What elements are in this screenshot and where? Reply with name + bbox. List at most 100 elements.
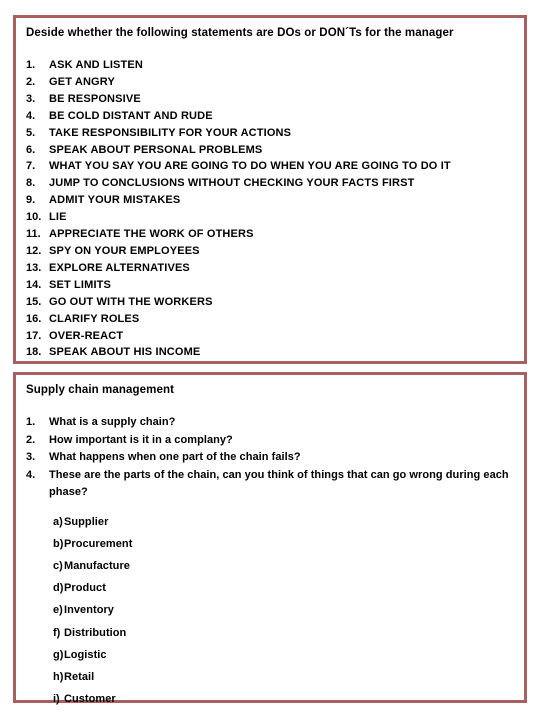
list-item: 5. TAKE RESPONSIBILITY FOR YOUR ACTIONS — [26, 125, 514, 142]
list-item-number: 2. — [26, 75, 36, 88]
list-item-text: TAKE RESPONSIBILITY FOR YOUR ACTIONS — [49, 126, 292, 139]
dos-and-donts-list: 1. ASK AND LISTEN 2. GET ANGRY 3. BE RESPONSI… — [26, 57, 514, 361]
sub-list-item-letter: d) — [53, 582, 64, 595]
list-item-text: ASK AND LISTEN — [49, 59, 143, 71]
list-item-text: How important is it in a complany? — [49, 433, 233, 446]
list-item-number: 4. — [26, 109, 36, 122]
list-item-text: CLARIFY ROLES — [49, 312, 140, 325]
sub-list-item-text: Product — [64, 582, 106, 595]
list-item-number: 7. — [26, 160, 36, 173]
list-item-text: OVER-REACT — [49, 329, 124, 342]
list-item-text: SPY ON YOUR EMPLOYEES — [49, 244, 200, 257]
list-item-number: 1. — [26, 59, 36, 71]
list-item: 11. APPRECIATE THE WORK OF OTHERS — [26, 226, 514, 243]
list-item-text: These are the parts of the chain, can yo… — [49, 468, 509, 499]
exercise-box-supply-chain: Supply chain management 1. What is a supp… — [13, 372, 527, 705]
list-item-number: 9. — [26, 194, 36, 207]
sub-list-item-letter: f) — [53, 626, 61, 639]
supply-chain-phase-list: a) Supplier b) Procurement c) Manufacture d) Pr… — [26, 511, 514, 711]
list-item-number: 18. — [26, 346, 42, 359]
list-item-text: WHAT YOU SAY YOU ARE GOING TO DO WHEN YO… — [49, 160, 451, 173]
sub-list-item-text: Procurement — [64, 537, 133, 550]
list-item: 17. OVER-REACT — [26, 328, 514, 345]
sub-list-item-letter: c) — [53, 559, 63, 572]
list-item: 12. SPY ON YOUR EMPLOYEES — [26, 243, 514, 260]
list-item: 3. BE RESPONSIVE — [26, 91, 514, 108]
list-item-number: 8. — [26, 177, 36, 190]
list-item: 10. LIE — [26, 209, 514, 226]
list-item: 1. ASK AND LISTEN — [26, 57, 514, 74]
box-1-heading: Deside whether the following statements … — [26, 27, 454, 39]
worksheet-page: Deside whether the following statements … — [0, 0, 540, 720]
exercise-box-1-content: Deside whether the following statements … — [16, 18, 524, 361]
list-item-number: 3. — [26, 451, 36, 463]
list-item-number: 13. — [26, 261, 42, 274]
list-item-text: What happens when one part of the chain … — [49, 451, 301, 463]
list-item-text: JUMP TO CONCLUSIONS WITHOUT CHECKING YOU… — [49, 177, 415, 190]
list-item: 8. JUMP TO CONCLUSIONS WITHOUT CHECKING Y… — [26, 175, 514, 192]
list-item: 9. ADMIT YOUR MISTAKES — [26, 192, 514, 209]
sub-list-item: e) Inventory — [26, 599, 514, 621]
list-item-text: SET LIMITS — [49, 278, 111, 291]
sub-list-item-text: Logistic — [64, 648, 107, 661]
exercise-box-dos-and-donts: Deside whether the following statements … — [13, 15, 527, 364]
box-2-heading: Supply chain management — [26, 384, 174, 396]
list-item-text: EXPLORE ALTERNATIVES — [49, 261, 190, 274]
sub-list-item-letter: e) — [53, 604, 63, 617]
sub-list-item-text: Manufacture — [64, 559, 130, 572]
sub-list-item: g) Logistic — [26, 644, 514, 666]
list-item-number: 1. — [26, 416, 36, 428]
sub-list-item-letter: h) — [53, 670, 64, 683]
list-item-text: BE RESPONSIVE — [49, 92, 141, 105]
sub-list-item-letter: i) — [53, 693, 60, 706]
sub-list-item: c) Manufacture — [26, 555, 514, 577]
list-item: 14. SET LIMITS — [26, 277, 514, 294]
sub-list-item-text: Inventory — [64, 604, 114, 617]
list-item-text: GET ANGRY — [49, 75, 115, 88]
list-item-text: GO OUT WITH THE WORKERS — [49, 295, 213, 308]
list-item: 4. BE COLD DISTANT AND RUDE — [26, 108, 514, 125]
sub-list-item-text: Distribution — [64, 626, 127, 639]
sub-list-item: d) Product — [26, 577, 514, 599]
list-item: 15. GO OUT WITH THE WORKERS — [26, 294, 514, 311]
sub-list-item-text: Supplier — [64, 515, 109, 528]
list-item: 2. How important is it in a complany? — [26, 432, 514, 450]
list-item-text: What is a supply chain? — [49, 416, 176, 428]
list-item-number: 11. — [26, 228, 41, 241]
sub-list-item: h) Retail — [26, 666, 514, 688]
list-item: 2. GET ANGRY — [26, 74, 514, 91]
list-item-number: 10. — [26, 211, 42, 224]
list-item: 13. EXPLORE ALTERNATIVES — [26, 260, 514, 277]
list-item: 3. What happens when one part of the chai… — [26, 449, 514, 467]
list-item-number: 16. — [26, 312, 42, 325]
list-item-number: 17. — [26, 329, 42, 342]
list-item-number: 2. — [26, 433, 36, 446]
sub-list-item: i) Customer — [26, 688, 514, 710]
sub-list-item: b) Procurement — [26, 533, 514, 555]
sub-list-item: a) Supplier — [26, 511, 514, 533]
sub-list-item-text: Retail — [64, 670, 95, 683]
list-item-number: 12. — [26, 244, 42, 257]
list-item: 7. WHAT YOU SAY YOU ARE GOING TO DO WHEN … — [26, 158, 514, 175]
list-item-text: ADMIT YOUR MISTAKES — [49, 194, 181, 207]
list-item-text: BE COLD DISTANT AND RUDE — [49, 109, 213, 122]
list-item-number: 3. — [26, 92, 36, 105]
sub-list-item-text: Customer — [64, 693, 116, 706]
list-item: 4. These are the parts of the chain, can … — [26, 467, 514, 502]
exercise-box-2-content: Supply chain management 1. What is a supp… — [16, 375, 524, 710]
list-item: 18. SPEAK ABOUT HIS INCOME — [26, 344, 514, 361]
list-item-number: 5. — [26, 126, 36, 139]
sub-list-item-letter: a) — [53, 515, 63, 528]
list-item: 1. What is a supply chain? — [26, 414, 514, 432]
list-item-text: SPEAK ABOUT HIS INCOME — [49, 346, 201, 359]
list-item-text: SPEAK ABOUT PERSONAL PROBLEMS — [49, 143, 263, 156]
list-item-text: LIE — [49, 211, 67, 224]
sub-list-item-letter: b) — [53, 537, 64, 550]
list-item-text: APPRECIATE THE WORK OF OTHERS — [49, 228, 254, 241]
list-item: 6. SPEAK ABOUT PERSONAL PROBLEMS — [26, 142, 514, 159]
sub-list-item-letter: g) — [53, 648, 64, 661]
list-item: 16. CLARIFY ROLES — [26, 311, 514, 328]
sub-list-item: f) Distribution — [26, 622, 514, 644]
list-item-number: 6. — [26, 143, 36, 156]
list-item-number: 15. — [26, 295, 42, 308]
